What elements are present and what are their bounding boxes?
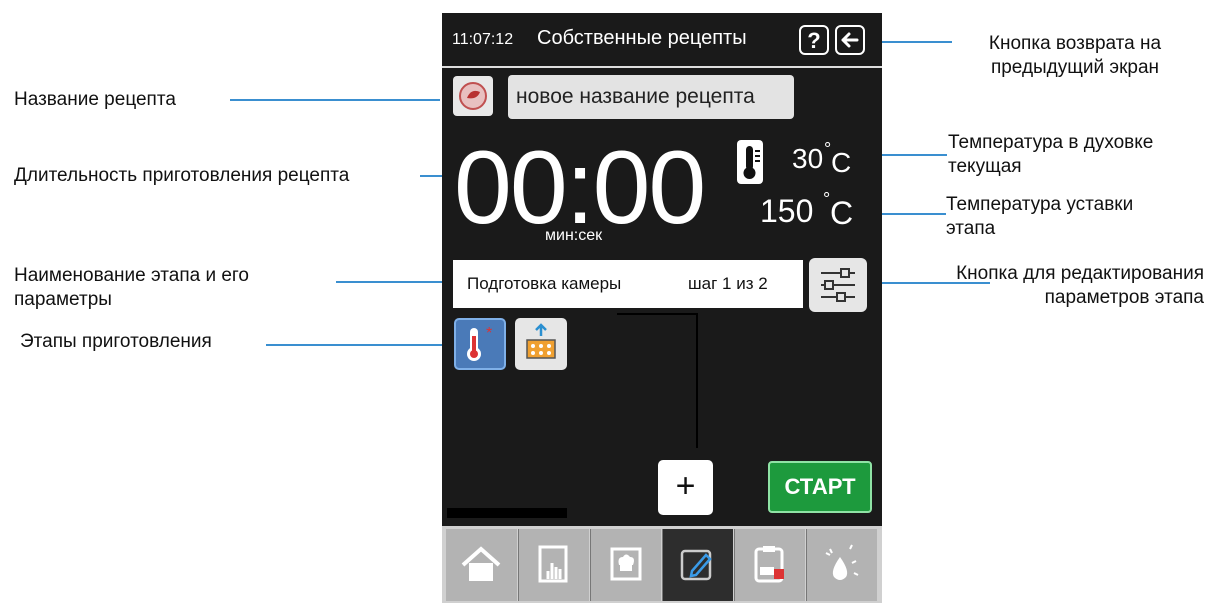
stage-step: шаг 1 из 2 xyxy=(688,274,768,293)
tab-recipes[interactable] xyxy=(590,529,661,601)
home-icon xyxy=(461,546,501,581)
label-back-button: Кнопка возврата на предыдущий экран xyxy=(988,33,1162,78)
thermometer-icon: * xyxy=(467,325,492,361)
divider xyxy=(696,313,698,448)
timer-units: мин:сек xyxy=(545,227,603,244)
leader-line-recipe-name xyxy=(230,99,440,101)
page-title: Собственные рецепты xyxy=(537,27,747,49)
stage-info-bar[interactable]: Подготовка камеры шаг 1 из 2 xyxy=(453,260,803,308)
tab-manual[interactable] xyxy=(518,529,589,601)
tray-load-icon xyxy=(526,323,556,359)
label-set-temp: Температура уставки этапа xyxy=(946,194,1134,239)
tab-own-recipes[interactable] xyxy=(662,529,733,601)
label-recipe-name: Название рецепта xyxy=(14,89,176,110)
oven-screen: 11:07:12 Собственные рецепты ? новое наз… xyxy=(442,13,882,603)
edit-stage-button[interactable] xyxy=(809,258,867,312)
temperature-unit: C xyxy=(830,195,854,231)
label-edit-stage: Кнопка для редактирования параметров эта… xyxy=(956,263,1204,308)
bottom-tab-bar xyxy=(442,526,882,603)
sliders-icon xyxy=(821,268,855,302)
stage-tile-preheat[interactable]: * xyxy=(454,318,506,370)
thermometer-icon xyxy=(743,146,760,179)
tab-programs[interactable] xyxy=(734,529,805,601)
label-stage-name: Наименование этапа и его параметры xyxy=(14,265,249,310)
stage-name: Подготовка камеры xyxy=(467,274,622,293)
add-stage-button[interactable]: + xyxy=(658,460,713,515)
leader-line-stage-name xyxy=(336,281,446,283)
help-button[interactable]: ? xyxy=(799,25,829,55)
tab-cleaning[interactable] xyxy=(806,529,877,601)
stage-tile-load[interactable] xyxy=(515,318,567,370)
clock: 11:07:12 xyxy=(452,31,514,48)
oven-temperature-indicator xyxy=(737,140,763,184)
chef-book-icon xyxy=(610,547,642,581)
edit-icon xyxy=(680,549,712,581)
clipboard-icon xyxy=(754,546,784,583)
recipe-dish-icon xyxy=(459,82,487,110)
recipe-name-field[interactable]: новое название рецепта xyxy=(508,75,794,119)
temperature-unit: C xyxy=(831,147,852,178)
current-temperature: 30 xyxy=(792,143,824,174)
leader-line-edit-stage xyxy=(874,282,990,284)
label-current-temp: Температура в духовке текущая xyxy=(948,132,1154,177)
set-temperature[interactable]: 150 xyxy=(760,193,813,230)
leader-line-stages xyxy=(266,344,446,346)
touch-icon xyxy=(538,545,568,583)
label-stages: Этапы приготовления xyxy=(20,331,212,352)
tab-home[interactable] xyxy=(446,529,517,601)
recipe-image-button[interactable] xyxy=(453,76,493,116)
progress-placeholder xyxy=(447,508,567,518)
header-divider xyxy=(442,66,882,68)
arrow-left-icon xyxy=(841,32,859,48)
svg-text:*: * xyxy=(486,325,492,342)
cleaning-icon xyxy=(825,544,859,580)
start-button[interactable]: СТАРТ xyxy=(768,461,872,513)
label-duration: Длительность приготовления рецепта xyxy=(14,165,350,186)
back-button[interactable] xyxy=(835,25,865,55)
leader-line-back-button xyxy=(872,41,952,43)
divider xyxy=(617,313,697,315)
